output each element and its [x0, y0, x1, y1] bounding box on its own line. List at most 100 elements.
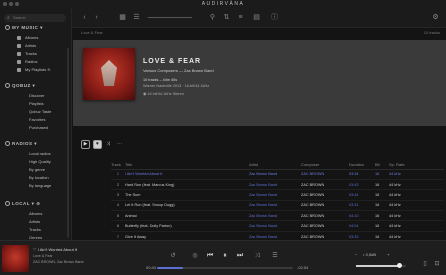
album-format-info: ◉ 16 bit/44.1kHz Stereo: [143, 92, 184, 96]
options-icon[interactable]: ≡: [236, 13, 245, 22]
col-bit[interactable]: Bit: [375, 160, 389, 170]
zoom-slider[interactable]: [148, 17, 192, 18]
cell-composer: ZAC BROWN: [301, 189, 349, 201]
sidebar-item-local-radios[interactable]: Local radios: [29, 151, 51, 156]
now-playing-title[interactable]: ♡ I Ain't Worried About It: [33, 247, 77, 252]
favorite-button[interactable]: ♥: [93, 140, 102, 149]
progress-bar[interactable]: [157, 267, 293, 269]
add-folder-icon[interactable]: ⊕: [36, 201, 40, 206]
search-placeholder: Search: [13, 15, 26, 20]
volume-down-icon[interactable]: −: [355, 252, 357, 257]
col-rate[interactable]: Sp. Rate: [389, 160, 444, 170]
section-qobuz[interactable]: QOBUZ ▾: [5, 83, 35, 89]
sidebar-item-qobuz-taste[interactable]: Qobuz Taste: [29, 109, 51, 114]
section-my-music[interactable]: MY MUSIC ▾: [5, 25, 43, 31]
cover-figure: [101, 60, 117, 86]
sidebar-item-purchased[interactable]: Purchased: [29, 125, 48, 130]
view-grid-icon[interactable]: ▦: [118, 13, 127, 22]
sidebar-item-albums[interactable]: Albums: [17, 35, 38, 40]
sound-icon[interactable]: ◎: [190, 251, 200, 261]
col-title[interactable]: Title: [125, 160, 249, 170]
view-list-icon[interactable]: ☰: [132, 13, 141, 22]
search-icon: ⌕: [7, 15, 10, 21]
cell-artist: Zac Brown Band: [249, 179, 301, 191]
sidebar-scrollbar[interactable]: [67, 48, 69, 238]
pause-button[interactable]: ⏸: [220, 251, 230, 261]
sidebar-item-by-language[interactable]: By language: [29, 183, 51, 188]
cell-duration: 04:10: [349, 210, 375, 222]
add-playlist-icon[interactable]: ⊕: [47, 67, 50, 72]
sidebar-item-my-playlists[interactable]: My Playlists ⊕: [17, 67, 51, 72]
shuffle-icon[interactable]: ⤨: [106, 140, 110, 149]
cell-artist: Zac Brown Band: [249, 210, 301, 222]
radios-icon: [5, 141, 10, 147]
volume-slider[interactable]: [356, 263, 406, 268]
previous-button[interactable]: ⏮: [205, 251, 215, 261]
sidebar-item-by-location[interactable]: By location: [29, 175, 49, 180]
table-row[interactable]: 5 Animal Zac Brown Band ZAC BROWN 04:10 16 44 …: [111, 210, 444, 222]
volume-icon: ♪: [362, 252, 365, 257]
track-table: Track Title Artist Composer Duration Bit…: [111, 160, 444, 240]
device-icon[interactable]: ▯: [420, 259, 430, 269]
sidebar-item-high-quality[interactable]: High Quality: [29, 159, 51, 164]
volume-up-icon[interactable]: +: [387, 252, 389, 257]
cell-title: Animal: [125, 210, 249, 222]
table-row[interactable]: 2 Hard Run (feat. Marcus King) Zac Brown B…: [111, 179, 444, 191]
sidebar-item-favorites[interactable]: Favorites: [29, 117, 45, 122]
now-playing-cover[interactable]: [2, 245, 29, 272]
cell-title: Let It Run (feat. Snoop Dogg): [125, 200, 249, 212]
album-header: LOVE & FEAR Various Composers — Zac Brow…: [73, 40, 446, 126]
sidebar-item-artists[interactable]: Artists: [17, 43, 36, 48]
repeat-icon[interactable]: ↺: [168, 251, 178, 261]
next-button[interactable]: ⏭: [235, 251, 245, 261]
section-radios[interactable]: RADIOS ▾: [5, 141, 37, 147]
col-track[interactable]: Track: [111, 160, 125, 170]
sidebar-item-by-genre[interactable]: By genre: [29, 167, 45, 172]
sidebar-item-radios[interactable]: Radios: [17, 59, 37, 64]
album-label-info: Warner Nashville 2013 · 16-bit/44.1kHz: [143, 84, 210, 88]
cell-duration: 03:43: [349, 179, 375, 191]
section-local[interactable]: LOCAL ▾ ⊕: [5, 201, 40, 207]
output-icon[interactable]: ⊡: [432, 259, 442, 269]
queue-icon[interactable]: ▤: [252, 13, 261, 22]
album-tracks-info: 10 tracks – 44m 40s: [143, 78, 178, 82]
table-row[interactable]: 6 Butterfly (feat. Dolly Parton) Zac Brown…: [111, 220, 444, 232]
sidebar-item-local-tracks[interactable]: Tracks: [29, 227, 41, 232]
cell-artist: Zac Brown Band: [249, 220, 301, 232]
forward-icon[interactable]: ›: [92, 13, 101, 22]
sort-icon[interactable]: ⇅: [222, 13, 231, 22]
sidebar-item-local-albums[interactable]: Albums: [29, 211, 42, 216]
col-artist[interactable]: Artist: [249, 160, 301, 170]
sidebar-item-tracks[interactable]: Tracks: [17, 51, 37, 56]
filter-icon[interactable]: ⚲: [208, 13, 217, 22]
cell-bit: 16: [375, 189, 389, 201]
col-duration[interactable]: Duration: [349, 160, 375, 170]
volume-knob[interactable]: [396, 263, 402, 268]
table-row[interactable]: 1I Ain't Worried About It Zac Brown Band Z…: [111, 169, 444, 180]
more-icon[interactable]: ···: [117, 140, 122, 149]
play-album-button[interactable]: ▶: [81, 140, 90, 149]
info-icon[interactable]: ⓘ: [270, 13, 279, 22]
table-row[interactable]: 7 Give It Away Zac Brown Band ZAC BROWN 03:3…: [111, 231, 444, 240]
breadcrumb: Love & Fear: [81, 30, 103, 35]
shuffle-player-icon[interactable]: ⤨: [252, 251, 262, 261]
cell-rate: 44 kHz: [389, 189, 444, 201]
cell-track: 4: [111, 200, 125, 212]
cell-artist: Zac Brown Band: [249, 200, 301, 212]
settings-icon[interactable]: ⚙: [431, 13, 440, 22]
sidebar-item-local-artists[interactable]: Artists: [29, 219, 40, 224]
table-row[interactable]: 4 Let It Run (feat. Snoop Dogg) Zac Brown …: [111, 200, 444, 212]
back-icon[interactable]: ‹: [80, 13, 89, 22]
col-composer[interactable]: Composer: [301, 160, 349, 170]
title-bar: AUDIRVĀNA: [0, 0, 446, 8]
table-row[interactable]: 3 The Sum Zac Brown Band ZAC BROWN 03:44 16 44…: [111, 189, 444, 201]
sidebar-item-discover[interactable]: Discover: [29, 93, 45, 98]
cell-rate: 44 kHz: [389, 179, 444, 191]
queue-toggle-icon[interactable]: ☰: [270, 251, 280, 261]
artist-icon: [17, 43, 21, 48]
search-input[interactable]: ⌕ Search: [4, 14, 66, 22]
radio-icon: [17, 59, 21, 64]
sidebar-item-playlists[interactable]: Playlists: [29, 101, 44, 106]
main-content: Love & Fear 10 tracks LOVE & FEAR Variou…: [73, 28, 446, 240]
cell-track: 7: [111, 231, 125, 240]
